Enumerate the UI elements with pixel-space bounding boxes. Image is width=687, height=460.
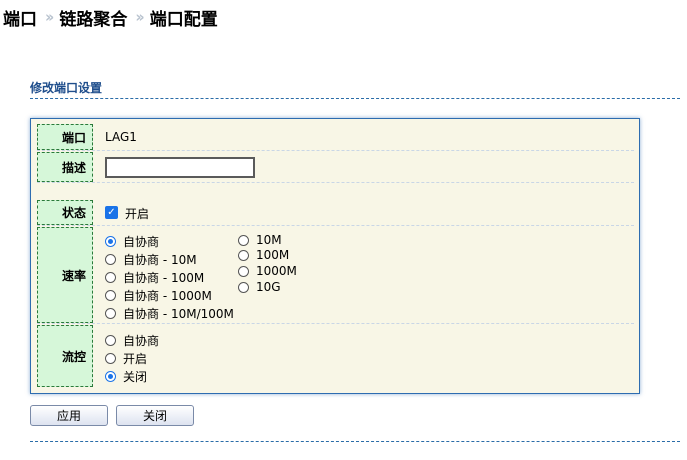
close-button[interactable]: 关闭 bbox=[116, 405, 194, 426]
speed-option-label: 1000M bbox=[256, 264, 297, 278]
port-value: LAG1 bbox=[105, 130, 137, 144]
breadcrumb-item-lag[interactable]: 链路聚合 bbox=[59, 5, 127, 30]
radio-icon[interactable] bbox=[238, 249, 249, 261]
divider bbox=[30, 98, 680, 99]
speed-option-label: 自协商 - 10M/100M bbox=[123, 307, 234, 321]
speed-row: 速率 自协商 自协商 - 10M 自协商 - 100M 自协商 - 1000M … bbox=[37, 227, 634, 324]
status-checkbox-label: 开启 bbox=[125, 207, 150, 221]
radio-icon[interactable] bbox=[238, 281, 249, 293]
radio-icon[interactable] bbox=[105, 353, 116, 364]
flow-control-option-off[interactable]: 关闭 bbox=[105, 368, 147, 385]
flow-control-option-on[interactable]: 开启 bbox=[105, 350, 147, 367]
flow-control-row: 流控 自协商 开启 关闭 bbox=[37, 325, 634, 387]
breadcrumb: 端口 ›› 链路聚合 ›› 端口配置 bbox=[3, 5, 218, 30]
checkmark-icon: ✓ bbox=[107, 207, 116, 218]
description-label: 描述 bbox=[37, 152, 93, 182]
radio-icon[interactable] bbox=[105, 308, 116, 319]
speed-option-label: 自协商 bbox=[123, 235, 160, 249]
radio-selected-icon[interactable] bbox=[105, 236, 116, 247]
radio-icon[interactable] bbox=[238, 265, 249, 277]
speed-option-label: 自协商 - 10M bbox=[123, 253, 197, 267]
speed-option-auto-10m-100m[interactable]: 自协商 - 10M/100M bbox=[105, 305, 234, 322]
speed-option-auto-1000m[interactable]: 自协商 - 1000M bbox=[105, 287, 212, 304]
port-row: 端口 LAG1 bbox=[37, 124, 634, 151]
radio-icon[interactable] bbox=[105, 254, 116, 265]
breadcrumb-separator-icon: ›› bbox=[135, 8, 145, 26]
speed-option-auto[interactable]: 自协商 bbox=[105, 233, 159, 250]
speed-option-100m[interactable]: 100M bbox=[238, 248, 289, 262]
speed-option-label: 自协商 - 100M bbox=[123, 271, 205, 285]
radio-icon[interactable] bbox=[105, 272, 116, 283]
speed-option-auto-10m[interactable]: 自协商 - 10M bbox=[105, 251, 197, 268]
breadcrumb-separator-icon: ›› bbox=[45, 8, 55, 26]
speed-option-10g[interactable]: 10G bbox=[238, 280, 281, 294]
flow-control-option-label: 自协商 bbox=[123, 334, 160, 348]
speed-option-1000m[interactable]: 1000M bbox=[238, 264, 297, 278]
status-label: 状态 bbox=[37, 200, 93, 225]
speed-option-auto-100m[interactable]: 自协商 - 100M bbox=[105, 269, 204, 286]
status-checkbox[interactable]: ✓ bbox=[105, 206, 118, 219]
port-settings-panel: 端口 LAG1 描述 状态 ✓ 开启 速率 自协商 自协商 - 10M 自协商 … bbox=[30, 118, 640, 394]
radio-icon[interactable] bbox=[105, 335, 116, 346]
port-label: 端口 bbox=[37, 124, 93, 150]
status-row: 状态 ✓ 开启 bbox=[37, 200, 634, 226]
breadcrumb-item-port[interactable]: 端口 bbox=[3, 5, 37, 30]
divider bbox=[30, 441, 680, 442]
speed-option-10m[interactable]: 10M bbox=[238, 233, 282, 247]
description-input[interactable] bbox=[105, 157, 255, 178]
radio-icon[interactable] bbox=[105, 290, 116, 301]
apply-button[interactable]: 应用 bbox=[30, 405, 108, 426]
breadcrumb-item-port-config: 端口配置 bbox=[149, 9, 218, 30]
speed-option-label: 自协商 - 1000M bbox=[123, 289, 212, 303]
flow-control-option-label: 开启 bbox=[123, 352, 148, 366]
speed-option-label: 10M bbox=[256, 233, 282, 247]
section-title: 修改端口设置 bbox=[30, 81, 103, 95]
radio-selected-icon[interactable] bbox=[105, 371, 116, 382]
speed-option-label: 100M bbox=[256, 248, 290, 262]
description-row: 描述 bbox=[37, 152, 634, 183]
radio-icon[interactable] bbox=[238, 234, 249, 246]
flow-control-option-label: 关闭 bbox=[123, 370, 148, 384]
speed-label: 速率 bbox=[37, 227, 93, 323]
flow-control-label: 流控 bbox=[37, 325, 93, 387]
flow-control-option-auto[interactable]: 自协商 bbox=[105, 332, 159, 349]
speed-option-label: 10G bbox=[256, 280, 281, 294]
